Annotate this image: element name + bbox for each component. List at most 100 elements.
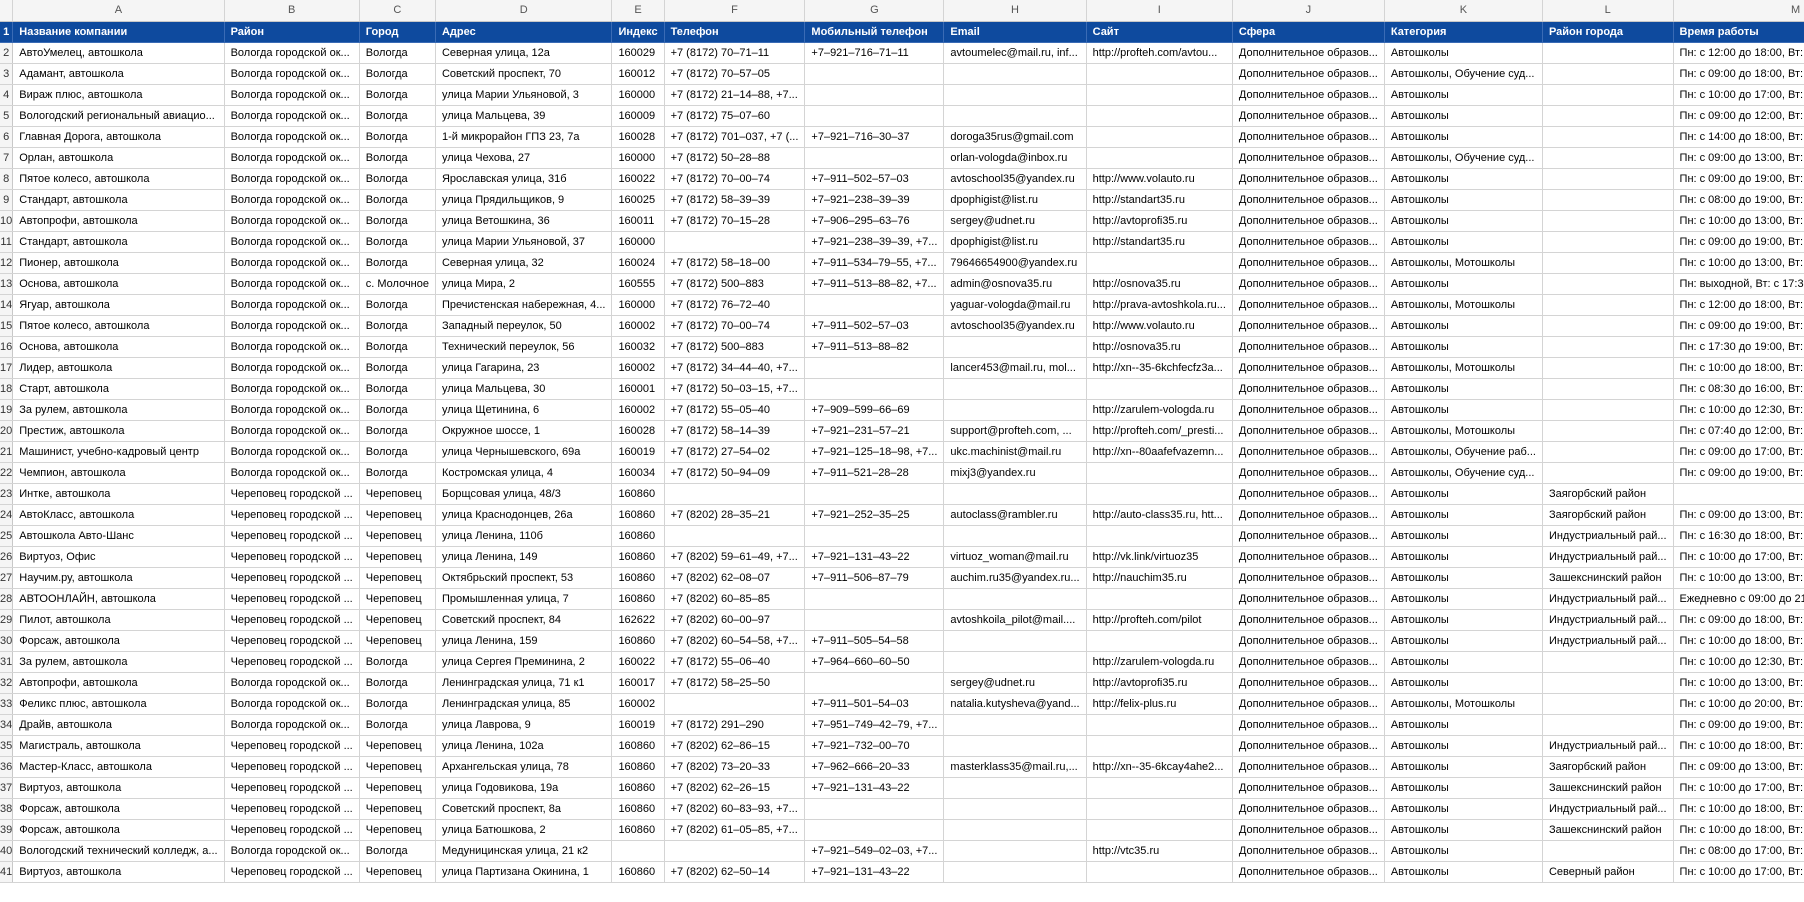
table-cell[interactable]: Пн: с 10:00 до 18:00, Вт: с 10:00 до 18:…	[1673, 630, 1804, 652]
table-cell[interactable]: http://avtoprofi35.ru	[1086, 210, 1233, 232]
table-cell[interactable]: Ягуар, автошкола	[12, 294, 225, 316]
table-cell[interactable]: Заягорбский район	[1542, 504, 1674, 526]
table-cell[interactable]: Автошколы, Мотошколы	[1384, 420, 1543, 442]
table-cell[interactable]: 160028	[611, 420, 665, 442]
row-number[interactable]: 19	[0, 399, 14, 421]
table-cell[interactable]: 160009	[611, 105, 665, 127]
table-cell[interactable]: Машинист, учебно-кадровый центр	[12, 441, 225, 463]
table-cell[interactable]: Дополнительное образов...	[1232, 252, 1385, 274]
table-cell[interactable]	[1086, 147, 1233, 169]
table-cell[interactable]	[1086, 714, 1233, 736]
table-cell[interactable]: 160017	[611, 672, 665, 694]
table-cell[interactable]: АвтоКласс, автошкола	[12, 504, 225, 526]
header-cell[interactable]: Email	[943, 21, 1087, 43]
table-cell[interactable]: Автошколы	[1384, 378, 1543, 400]
table-cell[interactable]: Автопрофи, автошкола	[12, 672, 225, 694]
table-cell[interactable]: Северная улица, 32	[435, 252, 613, 274]
table-cell[interactable]	[943, 588, 1087, 610]
table-cell[interactable]: Пречистенская набережная, 4...	[435, 294, 613, 316]
table-cell[interactable]: 160022	[611, 168, 665, 190]
table-cell[interactable]	[943, 336, 1087, 358]
table-cell[interactable]: +7–921–131–43–22	[804, 777, 945, 799]
table-cell[interactable]: Автошколы	[1384, 126, 1543, 148]
row-number[interactable]: 21	[0, 441, 14, 463]
table-cell[interactable]	[1086, 819, 1233, 841]
table-cell[interactable]: +7 (8172) 500–883	[664, 273, 806, 295]
table-cell[interactable]	[1542, 231, 1674, 253]
table-cell[interactable]: +7–962–666–20–33	[804, 756, 945, 778]
table-cell[interactable]: Интке, автошкола	[12, 483, 225, 505]
table-cell[interactable]: Вологда	[359, 399, 436, 421]
table-cell[interactable]: Заягорбский район	[1542, 483, 1674, 505]
table-cell[interactable]: Дополнительное образов...	[1232, 819, 1385, 841]
table-cell[interactable]: +7–911–501–54–03	[804, 693, 945, 715]
table-cell[interactable]: Советский проспект, 8а	[435, 798, 613, 820]
table-cell[interactable]: 160860	[611, 630, 665, 652]
table-cell[interactable]: +7 (8172) 76–72–40	[664, 294, 806, 316]
table-cell[interactable]	[804, 84, 945, 106]
row-number[interactable]: 23	[0, 483, 14, 505]
table-cell[interactable]	[943, 714, 1087, 736]
table-cell[interactable]: Автопрофи, автошкола	[12, 210, 225, 232]
table-cell[interactable]: +7–921–716–30–37	[804, 126, 945, 148]
table-cell[interactable]: Дополнительное образов...	[1232, 168, 1385, 190]
table-cell[interactable]: Пн: с 14:00 до 18:00, Вт: с 14:00 до 18:…	[1673, 126, 1804, 148]
row-number[interactable]: 32	[0, 672, 14, 694]
column-letter-l[interactable]: L	[1542, 0, 1674, 22]
table-cell[interactable]	[1086, 777, 1233, 799]
table-cell[interactable]: Вологда городской ок...	[224, 273, 360, 295]
table-cell[interactable]: +7 (8172) 70–00–74	[664, 168, 806, 190]
column-letter-k[interactable]: K	[1384, 0, 1543, 22]
table-cell[interactable]: Вологда городской ок...	[224, 441, 360, 463]
table-cell[interactable]: +7 (8172) 75–07–60	[664, 105, 806, 127]
table-cell[interactable]: Пн: с 10:00 до 13:00, Вт: с 10:00 до 13:…	[1673, 210, 1804, 232]
table-cell[interactable]: улица Мальцева, 30	[435, 378, 613, 400]
table-cell[interactable]: Пн: с 10:00 до 18:00, Вт: с 10:00 до 18:…	[1673, 819, 1804, 841]
table-cell[interactable]: Череповец	[359, 630, 436, 652]
table-cell[interactable]: Октябрьский проспект, 53	[435, 567, 613, 589]
table-cell[interactable]: Дополнительное образов...	[1232, 147, 1385, 169]
table-cell[interactable]: Дополнительное образов...	[1232, 462, 1385, 484]
row-number[interactable]: 12	[0, 252, 14, 274]
table-cell[interactable]	[1542, 42, 1674, 64]
table-cell[interactable]: +7 (8172) 50–28–88	[664, 147, 806, 169]
header-cell[interactable]: Индекс	[611, 21, 665, 43]
table-cell[interactable]: Череповец	[359, 567, 436, 589]
table-cell[interactable]: 160860	[611, 756, 665, 778]
table-cell[interactable]: Дополнительное образов...	[1232, 840, 1385, 862]
table-cell[interactable]: Вологда городской ок...	[224, 231, 360, 253]
table-cell[interactable]: Дополнительное образов...	[1232, 42, 1385, 64]
table-cell[interactable]	[1673, 483, 1804, 505]
table-cell[interactable]	[943, 735, 1087, 757]
table-cell[interactable]	[1542, 336, 1674, 358]
table-cell[interactable]: Автошколы, Обучение суд...	[1384, 147, 1543, 169]
table-cell[interactable]: Форсаж, автошкола	[12, 819, 225, 841]
table-cell[interactable]: Пн: с 10:00 до 18:00, Вт: с 10:00 до 18:…	[1673, 357, 1804, 379]
table-cell[interactable]: http://prava-avtoshkola.ru...	[1086, 294, 1233, 316]
header-cell[interactable]: Время работы	[1673, 21, 1804, 43]
table-cell[interactable]: Дополнительное образов...	[1232, 798, 1385, 820]
table-cell[interactable]	[1542, 105, 1674, 127]
table-cell[interactable]: Зашекснинский район	[1542, 777, 1674, 799]
table-cell[interactable]: За рулем, автошкола	[12, 651, 225, 673]
header-cell[interactable]: Телефон	[664, 21, 806, 43]
table-cell[interactable]	[804, 378, 945, 400]
table-cell[interactable]: Лидер, автошкола	[12, 357, 225, 379]
table-cell[interactable]	[943, 399, 1087, 421]
table-cell[interactable]: yaguar-vologda@mail.ru	[943, 294, 1087, 316]
table-cell[interactable]: Пн: с 09:00 до 13:00, Вт: с 09:00 до 13:…	[1673, 756, 1804, 778]
header-cell[interactable]: Район	[224, 21, 360, 43]
table-cell[interactable]	[943, 651, 1087, 673]
table-cell[interactable]: улица Годовикова, 19а	[435, 777, 613, 799]
table-cell[interactable]: улица Марии Ульяновой, 37	[435, 231, 613, 253]
table-cell[interactable]: +7–911–513–88–82	[804, 336, 945, 358]
table-cell[interactable]: Автошколы	[1384, 399, 1543, 421]
table-cell[interactable]: Дополнительное образов...	[1232, 357, 1385, 379]
table-cell[interactable]: 160019	[611, 441, 665, 463]
row-number[interactable]: 4	[0, 84, 14, 106]
table-cell[interactable]: улица Мальцева, 39	[435, 105, 613, 127]
table-cell[interactable]: Череповец	[359, 861, 436, 883]
table-cell[interactable]	[1086, 735, 1233, 757]
table-cell[interactable]: +7–921–125–18–98, +7...	[804, 441, 945, 463]
table-cell[interactable]: Автошколы	[1384, 504, 1543, 526]
